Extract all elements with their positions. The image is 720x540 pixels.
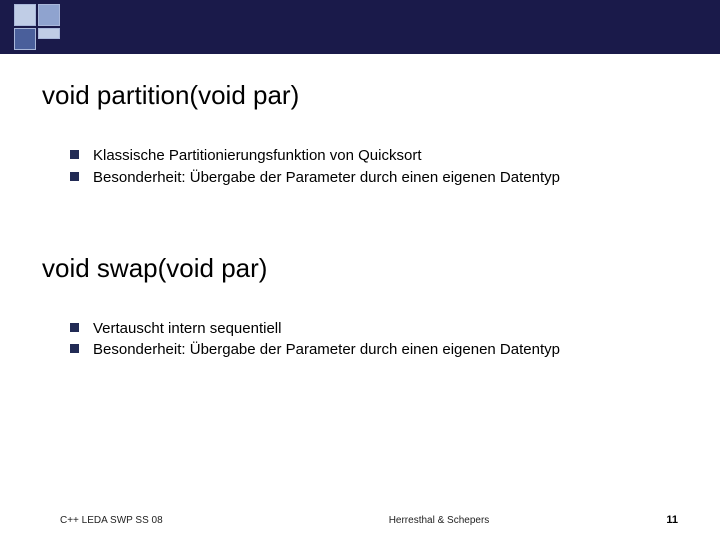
square-bullet-icon [70,323,79,332]
list-item-text: Vertauscht intern sequentiell [93,318,281,340]
decorative-square [38,4,60,26]
decorative-squares-row1 [0,0,60,26]
footer-center: Herresthal & Schepers [260,515,618,526]
list-item: Besonderheit: Übergabe der Parameter dur… [42,339,678,361]
slide-top-bar [0,0,720,54]
page-number: 11 [618,514,678,526]
footer-left: C++ LEDA SWP SS 08 [60,515,260,526]
decorative-square [14,4,36,26]
decorative-square [14,28,36,50]
bullet-list: Vertauscht intern sequentiell Besonderhe… [42,318,678,362]
list-item-text: Besonderheit: Übergabe der Parameter dur… [93,167,560,189]
square-bullet-icon [70,344,79,353]
slide-footer: C++ LEDA SWP SS 08 Herresthal & Schepers… [0,514,720,526]
list-item: Vertauscht intern sequentiell [42,318,678,340]
decorative-squares-row2 [14,28,60,50]
decorative-square [38,28,60,39]
square-bullet-icon [70,172,79,181]
list-item: Klassische Partitionierungsfunktion von … [42,145,678,167]
section-heading: void swap(void par) [42,253,678,284]
bullet-list: Klassische Partitionierungsfunktion von … [42,145,678,189]
square-bullet-icon [70,150,79,159]
list-item-text: Besonderheit: Übergabe der Parameter dur… [93,339,560,361]
list-item: Besonderheit: Übergabe der Parameter dur… [42,167,678,189]
list-item-text: Klassische Partitionierungsfunktion von … [93,145,422,167]
slide-content: void partition(void par) Klassische Part… [0,54,720,540]
section-heading: void partition(void par) [42,80,678,111]
